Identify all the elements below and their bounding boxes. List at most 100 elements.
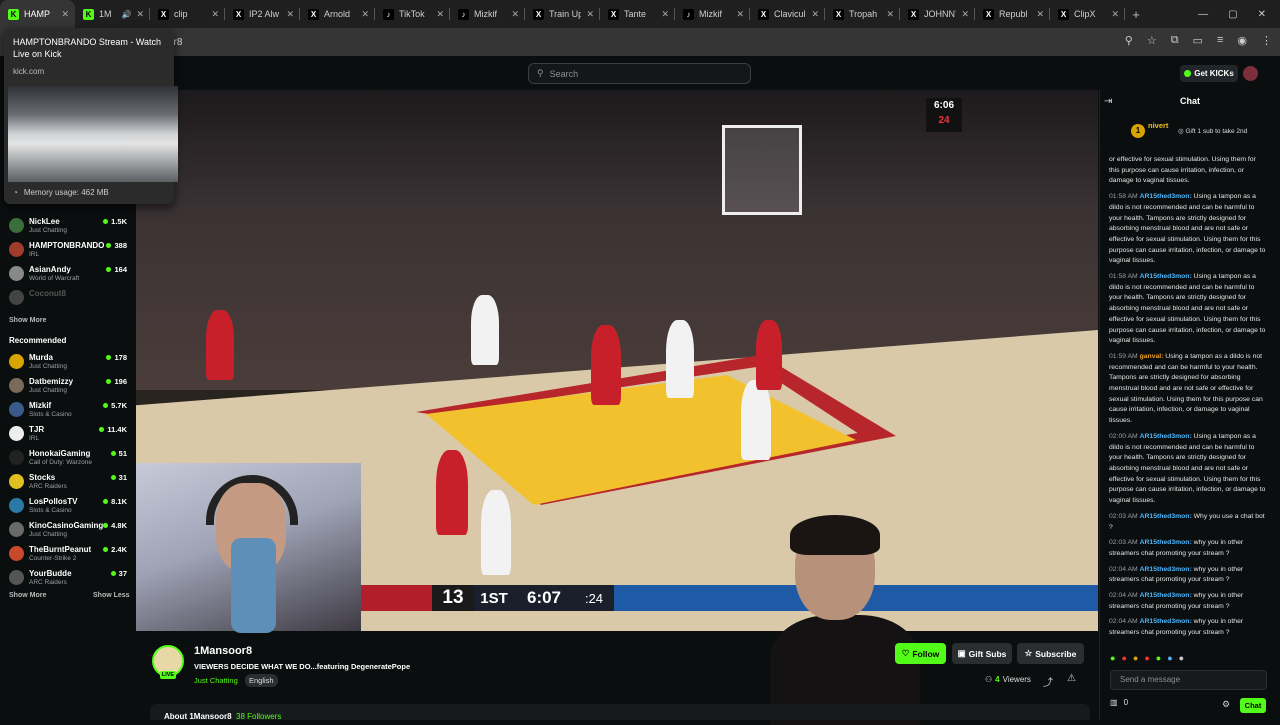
follow-button[interactable]: ♡ Follow bbox=[895, 643, 946, 664]
message-username[interactable]: AR15thed3mon: bbox=[1140, 273, 1192, 280]
streamer-name[interactable]: 1Mansoor8 bbox=[194, 645, 252, 657]
browser-tab[interactable]: ♪ Mizkif ✕ bbox=[450, 0, 525, 28]
close-tab-icon[interactable]: ✕ bbox=[961, 9, 969, 20]
search-input[interactable]: ⚲ Search bbox=[528, 63, 751, 84]
emote-icon[interactable]: ● bbox=[1167, 653, 1172, 663]
close-tab-icon[interactable]: ✕ bbox=[586, 9, 594, 20]
browser-tab[interactable]: K HAMP ✕ bbox=[0, 0, 75, 28]
close-tab-icon[interactable]: ✕ bbox=[886, 9, 894, 20]
sidebar-channel[interactable]: YourBudde ARC Raiders 37 bbox=[9, 568, 131, 592]
emote-icon[interactable]: ● bbox=[1156, 653, 1161, 663]
browser-tab[interactable]: X JOHNNY ✕ bbox=[900, 0, 975, 28]
gift-subs-label: Gift Subs bbox=[968, 648, 1007, 659]
close-tab-icon[interactable]: ✕ bbox=[286, 9, 294, 20]
message-username[interactable]: AR15thed3mon: bbox=[1140, 433, 1192, 440]
close-tab-icon[interactable]: ✕ bbox=[136, 9, 144, 20]
sidebar-channel[interactable]: AsianAndy World of Warcraft 164 bbox=[9, 264, 131, 288]
close-tab-icon[interactable]: ✕ bbox=[436, 9, 444, 20]
maximize-icon[interactable]: ▢ bbox=[1228, 9, 1237, 20]
gift-subs-button[interactable]: ▣ Gift Subs bbox=[952, 643, 1012, 664]
profile-icon[interactable]: ◉ bbox=[1237, 34, 1247, 47]
browser-tab[interactable]: X Republ ✕ bbox=[975, 0, 1050, 28]
close-tab-icon[interactable]: ✕ bbox=[361, 9, 369, 20]
report-icon[interactable]: ⚠ bbox=[1067, 673, 1076, 684]
close-tab-icon[interactable]: ✕ bbox=[811, 9, 819, 20]
sidebar-channel[interactable]: TJR IRL 11.4K bbox=[9, 424, 131, 448]
message-username[interactable]: AR15thed3mon: bbox=[1140, 193, 1192, 200]
sidebar-channel[interactable]: Mizkif Slots & Casino 5.7K bbox=[9, 400, 131, 424]
close-tab-icon[interactable]: ✕ bbox=[736, 9, 744, 20]
browser-tab[interactable]: ♪ TikTok ✕ bbox=[375, 0, 450, 28]
gear-icon[interactable]: ⚙ bbox=[1222, 699, 1230, 710]
show-less-button[interactable]: Show Less bbox=[93, 592, 130, 599]
live-dot-icon bbox=[103, 499, 109, 504]
browser-tab[interactable]: X Tropah ✕ bbox=[825, 0, 900, 28]
sidebar-channel[interactable]: Murda Just Chatting 178 bbox=[9, 352, 131, 376]
browser-tab[interactable]: ♪ Mizkif ✕ bbox=[675, 0, 750, 28]
new-tab-button[interactable]: + bbox=[1125, 7, 1147, 22]
sidebar-channel[interactable]: HAMPTONBRANDO IRL 388 bbox=[9, 240, 131, 264]
get-kicks-button[interactable]: Get KICKs bbox=[1180, 65, 1238, 82]
message-text: Using a tampon as a dildo is not recomme… bbox=[1109, 352, 1263, 425]
chat-input[interactable]: Send a message bbox=[1110, 670, 1267, 690]
sidebar-channel[interactable]: KinoCasinoGaming Just Chatting 4.8K bbox=[9, 520, 131, 544]
media-controls-icon[interactable]: ≡ bbox=[1217, 34, 1223, 47]
user-avatar[interactable] bbox=[1243, 66, 1258, 81]
zoom-icon[interactable]: ⚲ bbox=[1125, 34, 1133, 47]
browser-tab[interactable]: X Clavicul ✕ bbox=[750, 0, 825, 28]
browser-tab[interactable]: X IP2 Alw ✕ bbox=[225, 0, 300, 28]
close-window-icon[interactable]: ✕ bbox=[1258, 9, 1266, 20]
show-more-button[interactable]: Show More bbox=[9, 592, 46, 599]
sidebar-channel[interactable]: TheBurntPeanut Counter-Strike 2 2.4K bbox=[9, 544, 131, 568]
message-username[interactable]: AR15thed3mon: bbox=[1140, 539, 1192, 546]
share-icon[interactable]: ⤴ bbox=[1043, 674, 1053, 689]
emote-icon[interactable]: ● bbox=[1110, 653, 1115, 663]
browser-tab[interactable]: X ClipX ✕ bbox=[1050, 0, 1125, 28]
message-username[interactable]: AR15thed3mon: bbox=[1140, 592, 1192, 599]
emote-icon[interactable]: ● bbox=[1179, 653, 1184, 663]
message-username[interactable]: AR15thed3mon: bbox=[1140, 566, 1192, 573]
stream-category[interactable]: Just Chatting bbox=[194, 676, 238, 685]
message-username[interactable]: ganval: bbox=[1140, 353, 1164, 360]
cast-icon[interactable]: ▭ bbox=[1193, 34, 1203, 47]
chat-send-button[interactable]: Chat bbox=[1240, 698, 1266, 713]
leaderboard-user[interactable]: nivert bbox=[1148, 121, 1168, 130]
message-username[interactable]: AR15thed3mon: bbox=[1140, 618, 1192, 625]
collapse-chat-icon[interactable]: ⇥ bbox=[1104, 96, 1112, 107]
game-clock-top: 6:06 bbox=[933, 100, 954, 111]
browser-tab[interactable]: K 1M 🔊 ✕ bbox=[75, 0, 150, 28]
show-more-button[interactable]: Show More bbox=[9, 317, 46, 324]
omnibox[interactable]: or8 bbox=[168, 32, 1268, 52]
close-tab-icon[interactable]: ✕ bbox=[211, 9, 219, 20]
sidebar-channel[interactable]: HonokaiGaming Call of Duty: Warzone 51 bbox=[9, 448, 131, 472]
tab-audio-icon[interactable]: 🔊 bbox=[121, 10, 131, 19]
viewer-number: 4.8K bbox=[111, 521, 127, 530]
browser-tab[interactable]: X Arnold ✕ bbox=[300, 0, 375, 28]
subscribe-button[interactable]: ☆ Subscribe bbox=[1017, 643, 1084, 664]
bookmark-star-icon[interactable]: ☆ bbox=[1147, 34, 1157, 47]
language-tag[interactable]: English bbox=[245, 674, 278, 687]
kicks-balance[interactable]: ▥ 0 bbox=[1110, 698, 1128, 707]
browser-tab[interactable]: X Train Up ✕ bbox=[525, 0, 600, 28]
extensions-icon[interactable]: ⧉ bbox=[1171, 34, 1179, 47]
menu-icon[interactable]: ⋮ bbox=[1261, 34, 1272, 47]
sidebar-channel[interactable]: Coconut8 bbox=[9, 288, 131, 312]
sidebar-channel[interactable]: LosPollosTV Slots & Casino 8.1K bbox=[9, 496, 131, 520]
close-tab-icon[interactable]: ✕ bbox=[661, 9, 669, 20]
close-tab-icon[interactable]: ✕ bbox=[511, 9, 519, 20]
emote-icon[interactable]: ● bbox=[1144, 653, 1149, 663]
sidebar-channel[interactable]: NickLee Just Chatting 1.5K bbox=[9, 216, 131, 240]
tab-label: Republ bbox=[999, 9, 1028, 19]
browser-tab[interactable]: X Tante ✕ bbox=[600, 0, 675, 28]
gift-prompt[interactable]: ◎ Gift 1 sub to take 2nd bbox=[1178, 127, 1247, 135]
minimize-icon[interactable]: — bbox=[1198, 9, 1208, 20]
emote-icon[interactable]: ● bbox=[1121, 653, 1126, 663]
close-tab-icon[interactable]: ✕ bbox=[1036, 9, 1044, 20]
close-tab-icon[interactable]: ✕ bbox=[1111, 9, 1119, 20]
sidebar-channel[interactable]: Datbemizzy Just Chatting 196 bbox=[9, 376, 131, 400]
close-tab-icon[interactable]: ✕ bbox=[61, 9, 69, 20]
message-username[interactable]: AR15thed3mon: bbox=[1140, 513, 1192, 520]
browser-tab[interactable]: Xclip ✕ bbox=[150, 0, 225, 28]
sidebar-channel[interactable]: Stocks ARC Raiders 31 bbox=[9, 472, 131, 496]
emote-icon[interactable]: ● bbox=[1133, 653, 1138, 663]
